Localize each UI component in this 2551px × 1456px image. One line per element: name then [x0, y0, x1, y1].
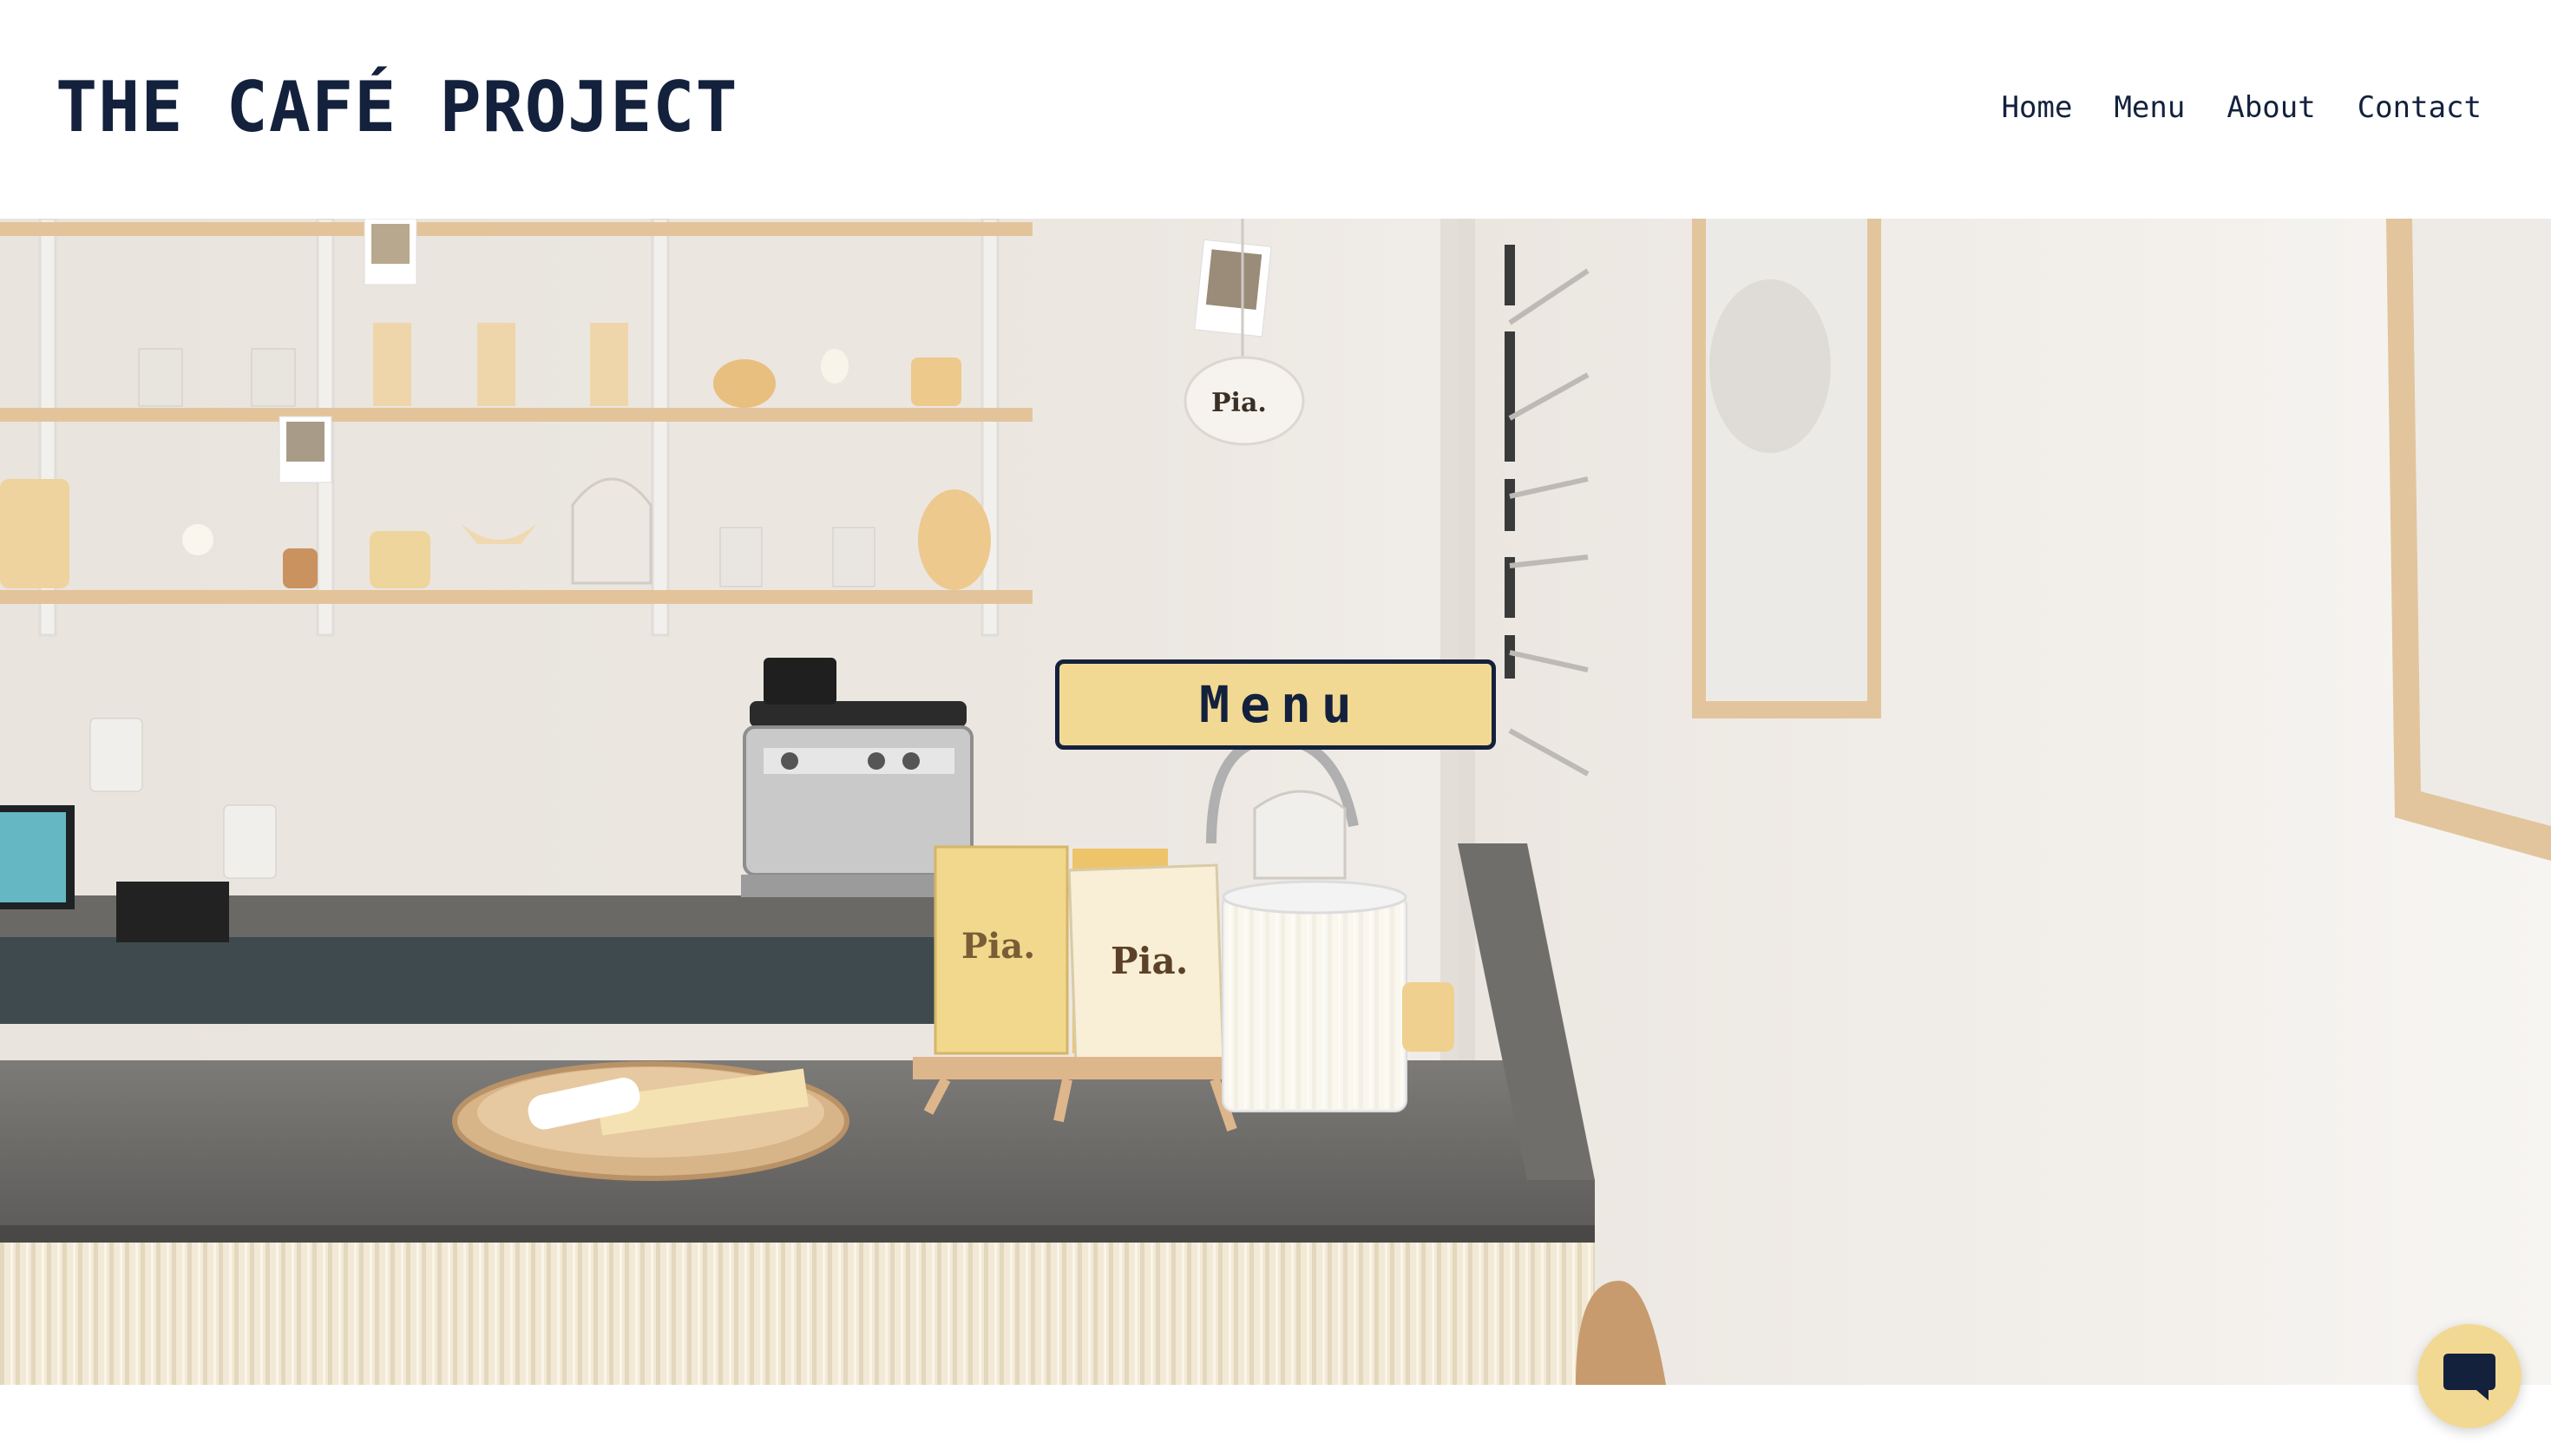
nav-link-home[interactable]: Home: [2002, 90, 2073, 125]
hero-menu-button[interactable]: Menu: [1055, 659, 1496, 750]
nav-link-contact[interactable]: Contact: [2358, 90, 2482, 125]
nav-link-about[interactable]: About: [2226, 90, 2315, 125]
svg-text:Pia.: Pia.: [1111, 940, 1188, 982]
chat-bubble-icon: [2443, 1354, 2495, 1400]
nav-link-menu[interactable]: Menu: [2114, 90, 2185, 125]
site-header: THE CAFÉ PROJECT Home Menu About Contact: [0, 0, 2551, 219]
hero-section: Pia. Pia. Pia. Menu: [0, 219, 2551, 1385]
svg-text:Pia.: Pia.: [961, 926, 1035, 967]
hero-cafe-image: Pia. Pia. Pia.: [0, 219, 2551, 1385]
svg-text:Pia.: Pia.: [1211, 388, 1267, 418]
main-nav: Home Menu About Contact: [2002, 83, 2482, 132]
site-title[interactable]: THE CAFÉ PROJECT: [56, 62, 738, 153]
chat-widget-button[interactable]: [2417, 1324, 2521, 1428]
